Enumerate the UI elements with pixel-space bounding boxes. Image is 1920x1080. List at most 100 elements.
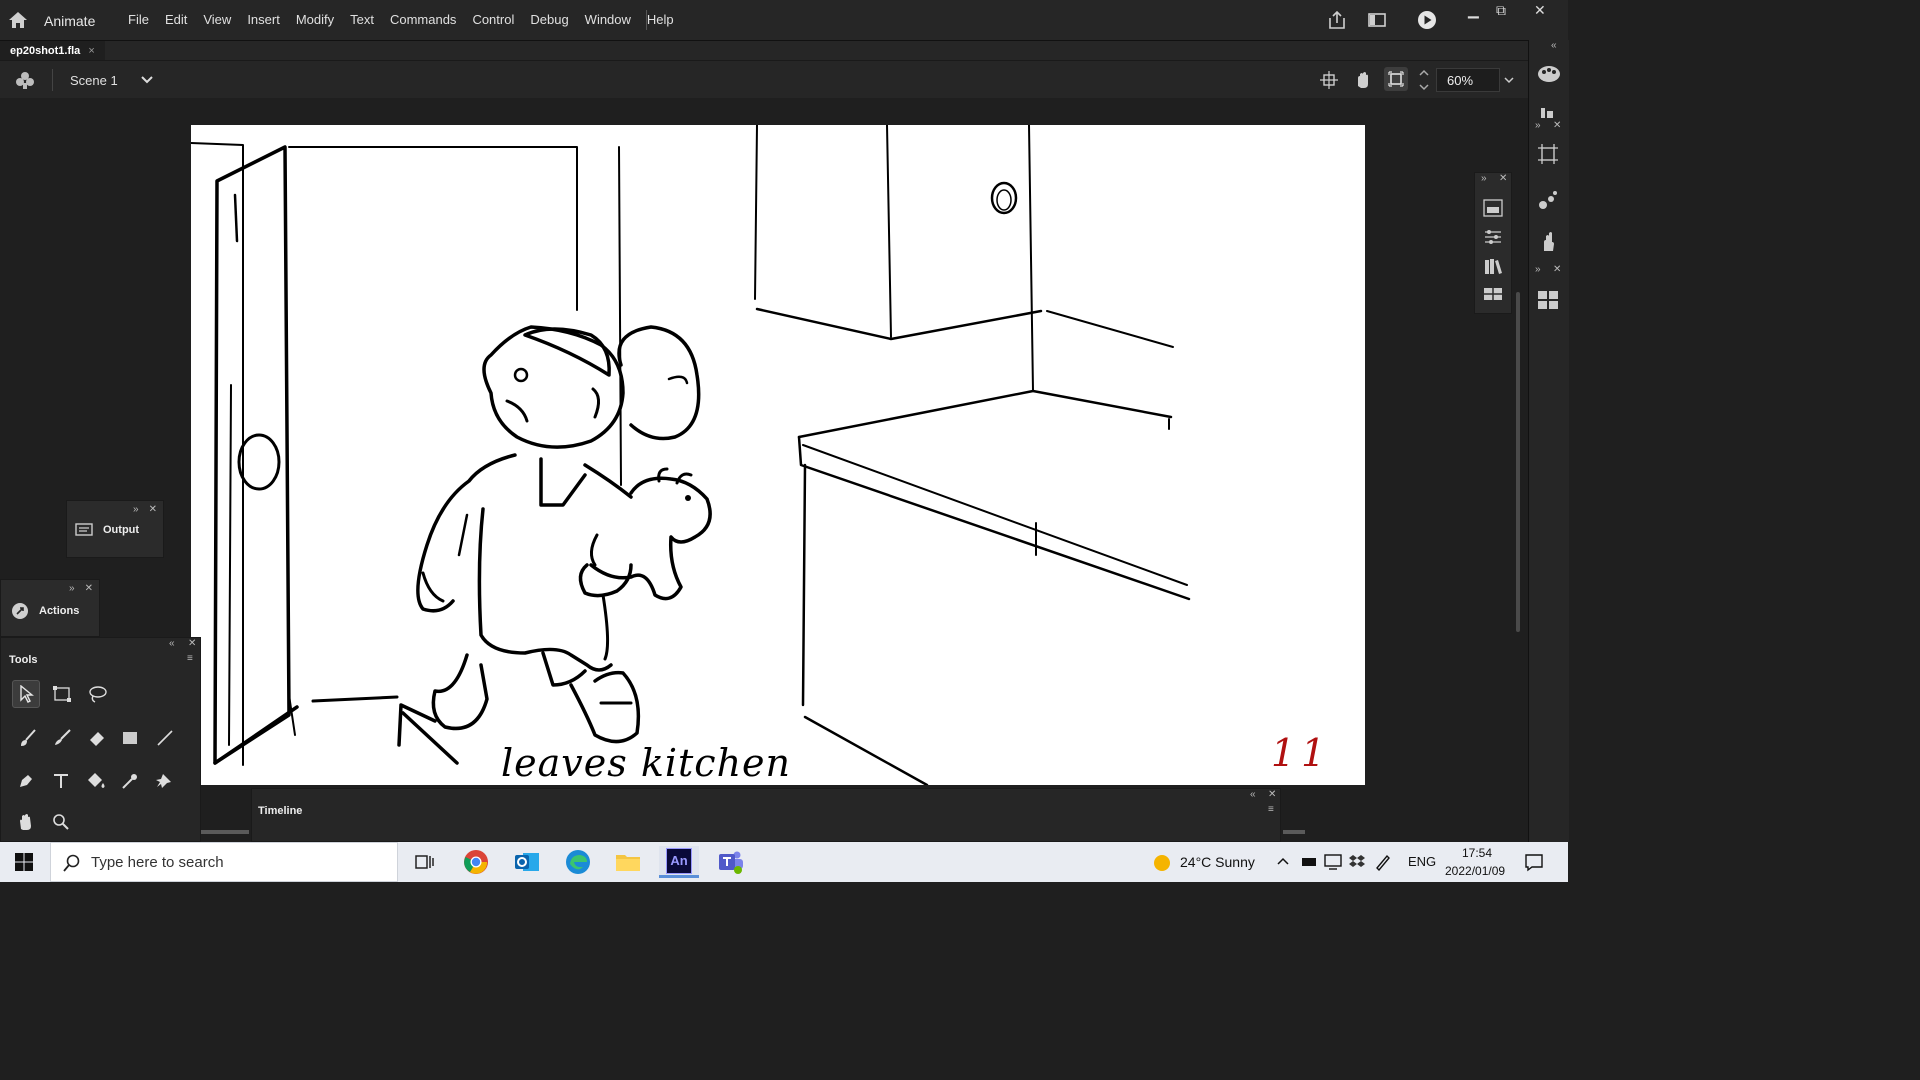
motion-presets-icon[interactable]: [1538, 190, 1558, 210]
panel-menu-icon[interactable]: ≡: [1268, 804, 1274, 815]
library-icon[interactable]: [1483, 257, 1503, 275]
chrome-icon[interactable]: [456, 846, 496, 878]
clip-canvas-button[interactable]: [1384, 67, 1408, 91]
collapse-icon[interactable]: «: [169, 638, 175, 649]
collapse-icon[interactable]: »: [69, 583, 75, 594]
network-icon[interactable]: [1324, 854, 1342, 870]
horizontal-scrollbar-end[interactable]: [1283, 830, 1305, 834]
panel-menu-icon[interactable]: ≡: [187, 653, 193, 664]
menu-text[interactable]: Text: [342, 12, 382, 27]
close-panel-icon[interactable]: ✕: [1553, 120, 1561, 131]
asset-warp-icon[interactable]: [1538, 230, 1558, 252]
language-indicator[interactable]: ENG: [1408, 854, 1436, 869]
file-explorer-icon[interactable]: [608, 846, 648, 878]
dropbox-icon[interactable]: [1348, 854, 1366, 870]
scene-label[interactable]: Scene 1: [70, 73, 118, 88]
free-transform-tool[interactable]: [48, 680, 76, 708]
close-panel-icon[interactable]: ✕: [1553, 264, 1561, 275]
collapse-icon[interactable]: »: [1481, 173, 1487, 184]
components-icon[interactable]: [1537, 290, 1559, 310]
menu-control[interactable]: Control: [464, 12, 522, 27]
selection-tool[interactable]: [12, 680, 40, 708]
clock-time[interactable]: 17:54: [1462, 846, 1492, 860]
workspace-icon[interactable]: [1366, 9, 1388, 31]
minimize-icon[interactable]: ▁: [1468, 2, 1479, 19]
stage-canvas[interactable]: leaves kitchen 11: [191, 125, 1365, 785]
battery-icon[interactable]: [1300, 854, 1318, 870]
document-tab-bar: ep20shot1.fla ×: [0, 40, 1528, 61]
rotate-stage-icon[interactable]: [1353, 70, 1373, 90]
align-icon[interactable]: [1539, 106, 1555, 120]
lasso-tool[interactable]: [83, 680, 111, 708]
paint-bucket-tool[interactable]: [82, 767, 110, 795]
chevron-down-icon[interactable]: [140, 74, 154, 86]
restore-icon[interactable]: ⧉: [1496, 2, 1506, 19]
close-window-icon[interactable]: ✕: [1534, 2, 1546, 19]
menu-debug[interactable]: Debug: [522, 12, 576, 27]
close-panel-icon[interactable]: ✕: [1268, 789, 1276, 800]
line-tool[interactable]: [151, 724, 179, 752]
app-name: Animate: [44, 13, 96, 29]
snap-icon[interactable]: [1320, 71, 1338, 89]
collapse-icon[interactable]: «: [1250, 789, 1256, 800]
collapse-icon[interactable]: «: [1551, 40, 1557, 51]
menu-file[interactable]: File: [120, 12, 157, 27]
menu-insert[interactable]: Insert: [239, 12, 288, 27]
edge-icon[interactable]: [558, 846, 598, 878]
sketch-caption: leaves kitchen: [501, 741, 792, 785]
brush-tool[interactable]: [48, 724, 76, 752]
menu-modify[interactable]: Modify: [288, 12, 342, 27]
menu-edit[interactable]: Edit: [157, 12, 195, 27]
adjustments-icon[interactable]: [1483, 228, 1503, 246]
transform-icon[interactable]: [1538, 144, 1558, 164]
task-view-icon[interactable]: [404, 846, 444, 878]
close-panel-icon[interactable]: ✕: [149, 504, 157, 515]
pen-tool[interactable]: [12, 767, 40, 795]
outlook-icon[interactable]: [507, 846, 547, 878]
windows-start-icon[interactable]: [14, 852, 34, 872]
pen-input-icon[interactable]: [1374, 853, 1392, 871]
weather-sun-icon[interactable]: [1152, 853, 1172, 873]
document-tab[interactable]: ep20shot1.fla ×: [0, 41, 105, 61]
publish-icon[interactable]: [1326, 9, 1348, 31]
collapse-icon[interactable]: »: [133, 504, 139, 515]
color-palette-icon[interactable]: [1537, 64, 1561, 84]
close-panel-icon[interactable]: ✕: [85, 583, 93, 594]
zoom-tool[interactable]: [47, 808, 75, 836]
notifications-icon[interactable]: [1524, 852, 1544, 872]
output-button[interactable]: Output: [67, 517, 163, 543]
zoom-stepper-icon[interactable]: [1418, 67, 1430, 93]
zoom-input[interactable]: 60%: [1436, 68, 1500, 92]
assets-icon[interactable]: [1483, 286, 1503, 302]
pin-tool[interactable]: [150, 767, 178, 795]
rectangle-tool[interactable]: [116, 724, 144, 752]
collapse-icon[interactable]: »: [1535, 120, 1541, 131]
home-icon[interactable]: [6, 8, 30, 32]
close-panel-icon[interactable]: ✕: [188, 638, 196, 649]
clock-date[interactable]: 2022/01/09: [1445, 864, 1505, 878]
eraser-tool[interactable]: [83, 724, 111, 752]
taskbar-search-box[interactable]: Type here to search: [50, 842, 398, 882]
vertical-scrollbar[interactable]: [1516, 292, 1520, 632]
hand-tool[interactable]: [12, 808, 40, 836]
horizontal-scrollbar[interactable]: [201, 830, 249, 834]
actions-button[interactable]: Actions: [1, 596, 99, 626]
arrow-pointer-icon: [20, 685, 34, 703]
close-panel-icon[interactable]: ✕: [1499, 173, 1507, 184]
text-tool[interactable]: [47, 767, 75, 795]
menu-view[interactable]: View: [195, 12, 239, 27]
collapse-icon[interactable]: »: [1535, 264, 1541, 275]
weather-text[interactable]: 24°C Sunny: [1180, 854, 1255, 870]
teams-icon[interactable]: [710, 846, 750, 878]
close-tab-icon[interactable]: ×: [88, 45, 94, 57]
test-movie-icon[interactable]: [1416, 9, 1438, 31]
zoom-dropdown-icon[interactable]: [1503, 75, 1515, 85]
edit-symbols-icon[interactable]: [14, 70, 36, 90]
chevron-up-icon[interactable]: [1276, 856, 1290, 866]
eyedropper-tool[interactable]: [116, 767, 144, 795]
menu-commands[interactable]: Commands: [382, 12, 464, 27]
animate-taskbar-icon[interactable]: An: [659, 846, 699, 878]
paint-brush-tool[interactable]: [14, 724, 42, 752]
properties-icon[interactable]: [1483, 199, 1503, 217]
menu-window[interactable]: Window: [577, 12, 639, 27]
